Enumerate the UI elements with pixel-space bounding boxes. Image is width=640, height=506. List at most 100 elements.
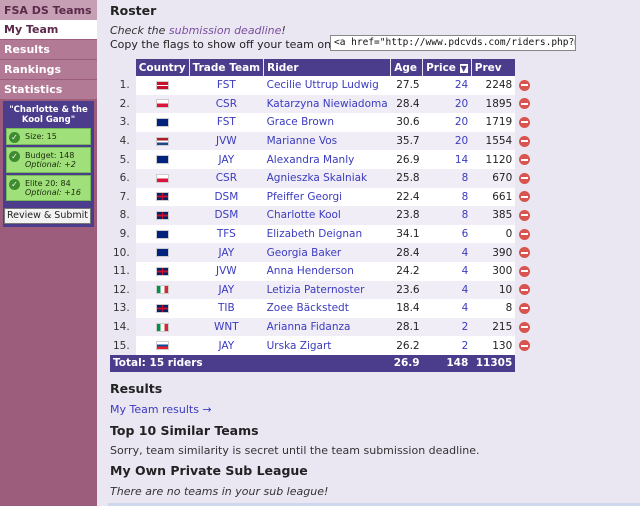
col-trade-team[interactable]: Trade Team bbox=[189, 59, 265, 76]
price-cell: 8 bbox=[422, 168, 472, 188]
trade-team-link[interactable]: WNT bbox=[189, 317, 264, 337]
remove-circle-icon[interactable] bbox=[518, 154, 530, 166]
my-team-results-link[interactable]: My Team results → bbox=[110, 403, 212, 416]
rider-link[interactable]: Agnieszka Skalniak bbox=[263, 168, 391, 188]
sub-league-notice: There are no teams in your sub league! bbox=[110, 485, 329, 498]
rider-link[interactable]: Anna Henderson bbox=[263, 261, 391, 281]
rider-link[interactable]: Marianne Vos bbox=[263, 131, 391, 151]
stat-elite-text: Elite 20: 84 bbox=[25, 179, 71, 188]
col-prev[interactable]: Prev bbox=[471, 59, 516, 76]
price-cell: 2 bbox=[422, 317, 472, 337]
trade-team-link[interactable]: CSR bbox=[189, 168, 264, 188]
country-cell bbox=[135, 243, 190, 262]
age-cell: 22.4 bbox=[390, 187, 423, 207]
price-cell: 4 bbox=[422, 280, 472, 300]
nav-rankings[interactable]: Rankings bbox=[0, 60, 97, 79]
country-flag-icon bbox=[155, 192, 169, 202]
rider-link[interactable]: Pfeiffer Georgi bbox=[263, 187, 391, 207]
trade-team-link[interactable]: TFS bbox=[189, 224, 264, 244]
review-submit-button[interactable]: Review & Submit bbox=[4, 208, 91, 224]
remove-circle-icon[interactable] bbox=[518, 135, 530, 147]
remove-circle-icon[interactable] bbox=[518, 116, 530, 128]
rider-link[interactable]: Letizia Paternoster bbox=[263, 280, 391, 300]
nav-my-team[interactable]: My Team bbox=[0, 20, 97, 39]
remove-circle-icon[interactable] bbox=[518, 302, 530, 314]
trade-team-link[interactable]: JAY bbox=[189, 336, 264, 355]
stat-budget-text: Budget: 148 bbox=[25, 151, 75, 160]
remove-header bbox=[515, 59, 533, 76]
remove-cell bbox=[515, 206, 533, 225]
col-age[interactable]: Age bbox=[390, 59, 424, 76]
row-index: 3. bbox=[119, 116, 130, 129]
remove-circle-icon[interactable] bbox=[518, 98, 530, 110]
rider-link[interactable]: Elizabeth Deignan bbox=[263, 224, 391, 244]
table-row: 3. FST Grace Brown 30.6 20 1719 bbox=[110, 113, 533, 132]
country-flag-icon bbox=[155, 303, 169, 313]
remove-circle-icon[interactable] bbox=[518, 340, 530, 352]
rider-link[interactable]: Katarzyna Niewiadoma bbox=[263, 94, 391, 114]
prev-cell: 1554 bbox=[471, 131, 516, 151]
trade-team-link[interactable]: JAY bbox=[189, 243, 264, 262]
nav-results[interactable]: Results bbox=[0, 40, 97, 59]
trade-team-link[interactable]: JVW bbox=[189, 131, 264, 151]
trade-team-link[interactable]: JAY bbox=[189, 280, 264, 300]
prev-cell: 1895 bbox=[471, 94, 516, 114]
col-price[interactable]: Price ▼ bbox=[422, 59, 472, 76]
rider-link[interactable]: Georgia Baker bbox=[263, 243, 391, 262]
country-flag-icon bbox=[155, 99, 169, 109]
remove-circle-icon[interactable] bbox=[518, 209, 530, 221]
deadline-link[interactable]: submission deadline bbox=[169, 24, 282, 37]
roster-table: Country Trade Team Rider Age Price ▼ Pre… bbox=[110, 59, 533, 372]
prev-cell: 215 bbox=[471, 317, 516, 337]
remove-circle-icon[interactable] bbox=[518, 191, 530, 203]
country-flag-icon bbox=[155, 80, 169, 90]
trade-team-link[interactable]: FST bbox=[189, 76, 264, 95]
remove-circle-icon[interactable] bbox=[518, 247, 530, 259]
remove-circle-icon[interactable] bbox=[518, 284, 530, 296]
flags-code-field[interactable]: <a href="http://www.pdcvds.com/riders.ph… bbox=[330, 35, 576, 51]
country-cell bbox=[135, 280, 190, 300]
rider-link[interactable]: Charlotte Kool bbox=[263, 206, 391, 225]
country-flag-icon bbox=[155, 210, 169, 220]
total-spacer bbox=[515, 355, 533, 372]
trade-team-link[interactable]: TIB bbox=[189, 299, 264, 318]
remove-circle-icon[interactable] bbox=[518, 265, 530, 277]
age-cell: 28.4 bbox=[390, 243, 423, 262]
country-flag-icon bbox=[155, 322, 169, 332]
country-flag-icon bbox=[155, 341, 169, 351]
col-rider[interactable]: Rider bbox=[263, 59, 392, 76]
nav-statistics[interactable]: Statistics bbox=[0, 80, 97, 99]
rider-link[interactable]: Urska Zigart bbox=[263, 336, 391, 355]
remove-cell bbox=[515, 262, 533, 281]
rider-link[interactable]: Cecilie Uttrup Ludwig bbox=[263, 76, 391, 95]
price-cell: 2 bbox=[422, 336, 472, 355]
sidebar-header[interactable]: FSA DS Teams bbox=[0, 0, 97, 20]
prev-cell: 385 bbox=[471, 206, 516, 225]
rider-link[interactable]: Grace Brown bbox=[263, 113, 391, 132]
trade-team-link[interactable]: JAY bbox=[189, 150, 264, 169]
country-cell bbox=[135, 94, 190, 114]
table-row: 5. JAY Alexandra Manly 26.9 14 1120 bbox=[110, 150, 533, 169]
trade-team-link[interactable]: DSM bbox=[189, 206, 264, 225]
rider-link[interactable]: Zoee Bäckstedt bbox=[263, 299, 391, 318]
rider-link[interactable]: Alexandra Manly bbox=[263, 150, 391, 169]
similar-teams-notice: Sorry, team similarity is secret until t… bbox=[110, 444, 480, 457]
stat-budget: ✓ Budget: 148 Optional: +2 bbox=[6, 147, 91, 173]
remove-circle-icon[interactable] bbox=[518, 321, 530, 333]
table-row: 12. JAY Letizia Paternoster 23.6 4 10 bbox=[110, 280, 533, 300]
row-index: 9. bbox=[119, 228, 130, 241]
rider-link[interactable]: Arianna Fidanza bbox=[263, 317, 391, 337]
trade-team-link[interactable]: CSR bbox=[189, 94, 264, 114]
remove-circle-icon[interactable] bbox=[518, 228, 530, 240]
trade-team-link[interactable]: JVW bbox=[189, 261, 264, 281]
row-index: 11. bbox=[113, 265, 130, 278]
prev-cell: 1120 bbox=[471, 150, 516, 169]
trade-team-link[interactable]: FST bbox=[189, 113, 264, 132]
age-cell: 35.7 bbox=[390, 131, 423, 151]
remove-circle-icon[interactable] bbox=[518, 172, 530, 184]
col-country[interactable]: Country bbox=[135, 59, 190, 76]
age-cell: 30.6 bbox=[390, 113, 423, 132]
row-index: 7. bbox=[119, 190, 130, 203]
remove-circle-icon[interactable] bbox=[518, 79, 530, 91]
trade-team-link[interactable]: DSM bbox=[189, 187, 264, 207]
